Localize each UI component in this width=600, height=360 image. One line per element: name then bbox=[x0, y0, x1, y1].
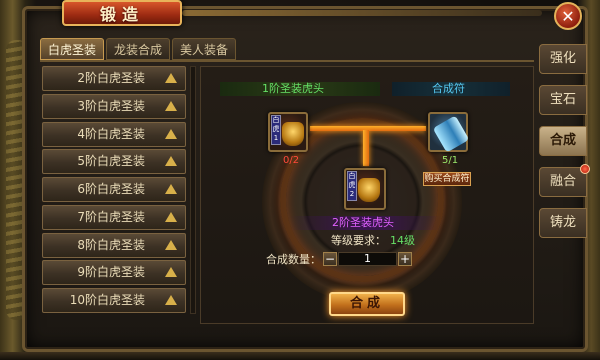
expand-arrow-icon bbox=[165, 156, 177, 167]
level-req-value: 14级 bbox=[390, 234, 415, 247]
level-requirement: 等级要求： 14级 bbox=[331, 235, 415, 247]
tab-baihu-shengzhuang[interactable]: 白虎圣装 bbox=[40, 38, 105, 60]
expand-arrow-icon bbox=[165, 295, 177, 305]
list-item-label: 7阶白虎圣装 bbox=[77, 209, 145, 224]
list-item[interactable]: 10阶白虎圣装 bbox=[42, 288, 186, 313]
title-bar-line bbox=[182, 10, 542, 16]
tab-divider bbox=[40, 60, 534, 62]
synthesize-button[interactable]: 合成 bbox=[329, 292, 405, 316]
crystal-icon bbox=[432, 115, 470, 153]
expand-arrow-icon bbox=[165, 73, 177, 83]
list-item[interactable]: 2阶白虎圣装 bbox=[42, 66, 186, 91]
list-item-label: 2阶白虎圣装 bbox=[77, 71, 145, 85]
side-tab-label: 强化 bbox=[549, 51, 576, 66]
quantity-label: 合成数量： bbox=[266, 253, 321, 266]
list-item[interactable]: 4阶白虎圣装 bbox=[42, 121, 186, 147]
window-title-plate: 锻造 bbox=[62, 0, 182, 26]
list-scrollbar[interactable] bbox=[190, 66, 196, 314]
expand-arrow-icon bbox=[165, 239, 177, 250]
expand-arrow-icon bbox=[165, 211, 177, 222]
window-title: 锻造 bbox=[99, 5, 144, 24]
material-count: 0/2 bbox=[283, 155, 300, 166]
list-item[interactable]: 9阶白虎圣装 bbox=[42, 260, 186, 286]
list-item[interactable]: 6阶白虎圣装 bbox=[42, 177, 186, 202]
list-item-label: 8阶白虎圣装 bbox=[77, 237, 145, 252]
close-icon: ✕ bbox=[561, 6, 575, 26]
quantity-decrease-button[interactable]: − bbox=[323, 252, 337, 266]
list-item[interactable]: 3阶白虎圣装 bbox=[42, 93, 186, 119]
side-tab-hecheng[interactable]: 合成 bbox=[539, 126, 587, 156]
list-item-label: 6阶白虎圣装 bbox=[77, 182, 145, 196]
tiger-head-icon bbox=[282, 122, 304, 146]
bottom-bar bbox=[0, 352, 600, 360]
expand-arrow-icon bbox=[165, 128, 177, 139]
list-item[interactable]: 8阶白虎圣装 bbox=[42, 232, 186, 258]
side-tabs: 强化 宝石 合成 融合 铸龙 bbox=[539, 44, 590, 249]
buy-catalyst-button[interactable]: 购买合成符 bbox=[423, 172, 471, 186]
expand-arrow-icon bbox=[165, 100, 177, 111]
list-item-label: 9阶白虎圣装 bbox=[77, 265, 145, 280]
level-req-label: 等级要求： bbox=[331, 234, 386, 247]
list-item[interactable]: 7阶白虎圣装 bbox=[42, 204, 186, 230]
side-tab-label: 铸龙 bbox=[549, 215, 576, 230]
list-item-label: 3阶白虎圣装 bbox=[77, 98, 145, 113]
category-tabs: 白虎圣装 龙装合成 美人装备 bbox=[40, 38, 237, 60]
side-tab-label: 宝石 bbox=[549, 92, 576, 107]
catalyst-slot[interactable] bbox=[428, 112, 470, 153]
catalyst-count: 5/1 bbox=[442, 155, 459, 166]
side-tab-label: 融合 bbox=[549, 174, 576, 189]
catalyst-name: 合成符 bbox=[432, 82, 465, 95]
recipe-list: 2阶白虎圣装 3阶白虎圣装 4阶白虎圣装 5阶白虎圣装 6阶白虎圣装 7阶白虎圣… bbox=[42, 66, 188, 314]
side-tab-label: 合成 bbox=[549, 133, 576, 148]
material-badge: 白虎1 bbox=[271, 115, 281, 145]
tiger-head-icon bbox=[358, 178, 380, 202]
list-item-label: 4阶白虎圣装 bbox=[77, 126, 145, 141]
expand-arrow-icon bbox=[165, 267, 177, 278]
side-tab-qianghua[interactable]: 强化 bbox=[539, 44, 587, 74]
energy-pipe-vertical bbox=[363, 130, 369, 166]
list-item-label: 10阶白虎圣装 bbox=[69, 293, 145, 307]
tab-longzhuang-hecheng[interactable]: 龙装合成 bbox=[106, 38, 171, 60]
material-name: 1阶圣装虎头 bbox=[262, 82, 324, 95]
game-scene: 锻造 ✕ 白虎圣装 龙装合成 美人装备 2阶白虎圣装 3阶白虎圣装 4阶白虎圣装… bbox=[0, 0, 600, 360]
quantity-input[interactable]: 1 bbox=[338, 252, 397, 266]
side-tab-zhulong[interactable]: 铸龙 bbox=[539, 208, 587, 238]
list-item-label: 5阶白虎圣装 bbox=[77, 154, 145, 169]
quantity-increase-button[interactable]: + bbox=[398, 252, 412, 266]
side-tab-ronghe[interactable]: 融合 bbox=[539, 164, 590, 197]
result-name: 2阶圣装虎头 bbox=[332, 216, 394, 229]
close-button[interactable]: ✕ bbox=[554, 2, 582, 30]
side-tab-baoshi[interactable]: 宝石 bbox=[539, 85, 587, 115]
material-slot[interactable]: 白虎1 bbox=[268, 112, 308, 152]
expand-arrow-icon bbox=[165, 184, 177, 194]
list-item[interactable]: 5阶白虎圣装 bbox=[42, 149, 186, 175]
notification-dot-icon bbox=[580, 164, 590, 174]
result-slot[interactable]: 白虎2 bbox=[344, 168, 386, 210]
result-badge: 白虎2 bbox=[347, 171, 357, 201]
tab-meiren-zhuangbei[interactable]: 美人装备 bbox=[172, 38, 237, 60]
